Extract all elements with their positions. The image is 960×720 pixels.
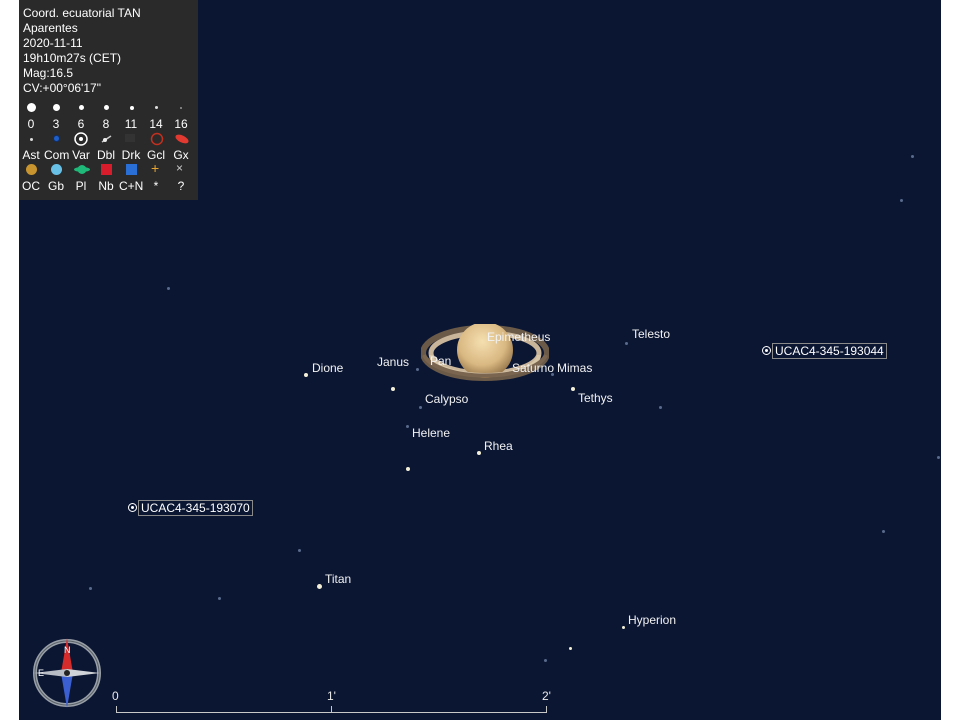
compass-north-label: N	[64, 645, 71, 655]
moon-label-telesto[interactable]: Telesto	[632, 327, 670, 341]
variable-star-icon	[74, 132, 88, 146]
star	[569, 647, 572, 650]
star	[882, 530, 885, 533]
moon-label-janus[interactable]: Janus	[377, 355, 409, 369]
moon-label-rhea[interactable]: Rhea	[484, 439, 513, 453]
magnitude-text: Mag:16.5	[23, 66, 74, 80]
moon-label-epimetheus[interactable]: Epimetheus	[487, 330, 550, 344]
legend-panel: Coord. ecuatorial TAN Aparentes 2020-11-…	[19, 0, 198, 200]
open-cluster-icon	[26, 164, 37, 175]
titan-dot[interactable]	[317, 584, 322, 589]
type-label: *	[153, 179, 159, 193]
type-label: Pl	[75, 179, 87, 193]
star	[406, 425, 409, 428]
type-label: Dbl	[96, 148, 115, 162]
type-label: Nb	[98, 179, 114, 193]
moon-label-calypso[interactable]: Calypso	[425, 392, 468, 406]
mag-11-dot	[130, 106, 134, 110]
rhea-dot[interactable]	[477, 451, 481, 455]
moon-label-pan[interactable]: Pan	[430, 354, 451, 368]
moon-label-dione[interactable]: Dione	[312, 361, 343, 375]
moon-label-helene[interactable]: Helene	[412, 426, 450, 440]
catalog-star-label-a[interactable]: UCAC4-345-193044	[772, 343, 887, 359]
time-text: 19h10m27s (CET)	[23, 51, 122, 65]
helene-dot[interactable]	[406, 467, 410, 471]
compass-east-label: E	[38, 668, 44, 678]
star	[900, 199, 903, 202]
star	[937, 456, 940, 459]
star	[419, 406, 422, 409]
star	[298, 549, 301, 552]
mag-label: 0	[27, 117, 35, 131]
star	[625, 342, 628, 345]
mag-label: 8	[102, 117, 110, 131]
globular-cluster-icon	[150, 132, 164, 146]
asteroid-icon	[30, 138, 33, 141]
field-text: CV:+00°06'17"	[23, 81, 101, 95]
star	[416, 368, 419, 371]
star	[218, 597, 221, 600]
mag-label: 14	[149, 117, 163, 131]
type-label: OC	[22, 179, 40, 193]
mag-label: 6	[77, 117, 85, 131]
dione-dot[interactable]	[304, 373, 308, 377]
mag-14-dot	[155, 106, 158, 109]
moon-label-tethys[interactable]: Tethys	[578, 391, 613, 405]
scale-tick	[116, 706, 117, 713]
mag-6-dot	[79, 105, 84, 110]
galaxy-icon	[175, 134, 189, 144]
type-label: ?	[177, 179, 185, 193]
type-label: Var	[72, 148, 90, 162]
star	[167, 287, 170, 290]
planet-label-saturno[interactable]: Saturno	[512, 361, 554, 375]
scale-tick	[546, 706, 547, 713]
dark-nebula-icon	[125, 134, 135, 142]
planet-icon	[74, 165, 90, 174]
variable-star-icon[interactable]	[762, 346, 771, 355]
date-text: 2020-11-11	[23, 36, 83, 50]
moon-label-hyperion[interactable]: Hyperion	[628, 613, 676, 627]
mag-0-dot	[27, 103, 36, 112]
scale-label: 2'	[542, 689, 551, 703]
mag-3-dot	[53, 104, 60, 111]
scale-label: 1'	[327, 689, 336, 703]
double-star-icon	[101, 135, 112, 143]
globule-icon	[51, 164, 62, 175]
star	[89, 587, 92, 590]
mag-8-dot	[104, 105, 109, 110]
calypso-dot[interactable]	[391, 387, 395, 391]
moon-label-titan[interactable]: Titan	[325, 572, 351, 586]
type-label: Gb	[47, 179, 64, 193]
nebula-icon	[101, 164, 112, 175]
variable-star-icon[interactable]	[128, 503, 137, 512]
mag-label: 11	[124, 117, 138, 131]
type-label: Com	[44, 148, 70, 162]
compass-rose-icon[interactable]: N E	[30, 636, 104, 710]
scale-label: 0	[112, 689, 119, 703]
hyperion-dot[interactable]	[622, 626, 625, 629]
mag-label: 3	[52, 117, 60, 131]
star-plus-icon: +	[151, 160, 160, 176]
star	[911, 155, 914, 158]
mag-16-dot	[180, 107, 182, 109]
projection-text: Coord. ecuatorial TAN	[23, 6, 141, 20]
unknown-cross-icon: ×	[176, 161, 184, 175]
type-label: Drk	[121, 148, 141, 162]
mag-label: 16	[174, 117, 188, 131]
type-label: C+N	[119, 179, 144, 193]
tethys-dot[interactable]	[571, 387, 575, 391]
mode-text: Aparentes	[23, 21, 78, 35]
catalog-star-label-b[interactable]: UCAC4-345-193070	[138, 500, 253, 516]
comet-icon	[54, 136, 59, 141]
star	[659, 406, 662, 409]
scale-tick	[331, 706, 332, 713]
moon-label-mimas[interactable]: Mimas	[557, 361, 592, 375]
type-label: Ast	[22, 148, 40, 162]
star	[544, 659, 547, 662]
cluster-nebula-icon	[126, 164, 137, 175]
